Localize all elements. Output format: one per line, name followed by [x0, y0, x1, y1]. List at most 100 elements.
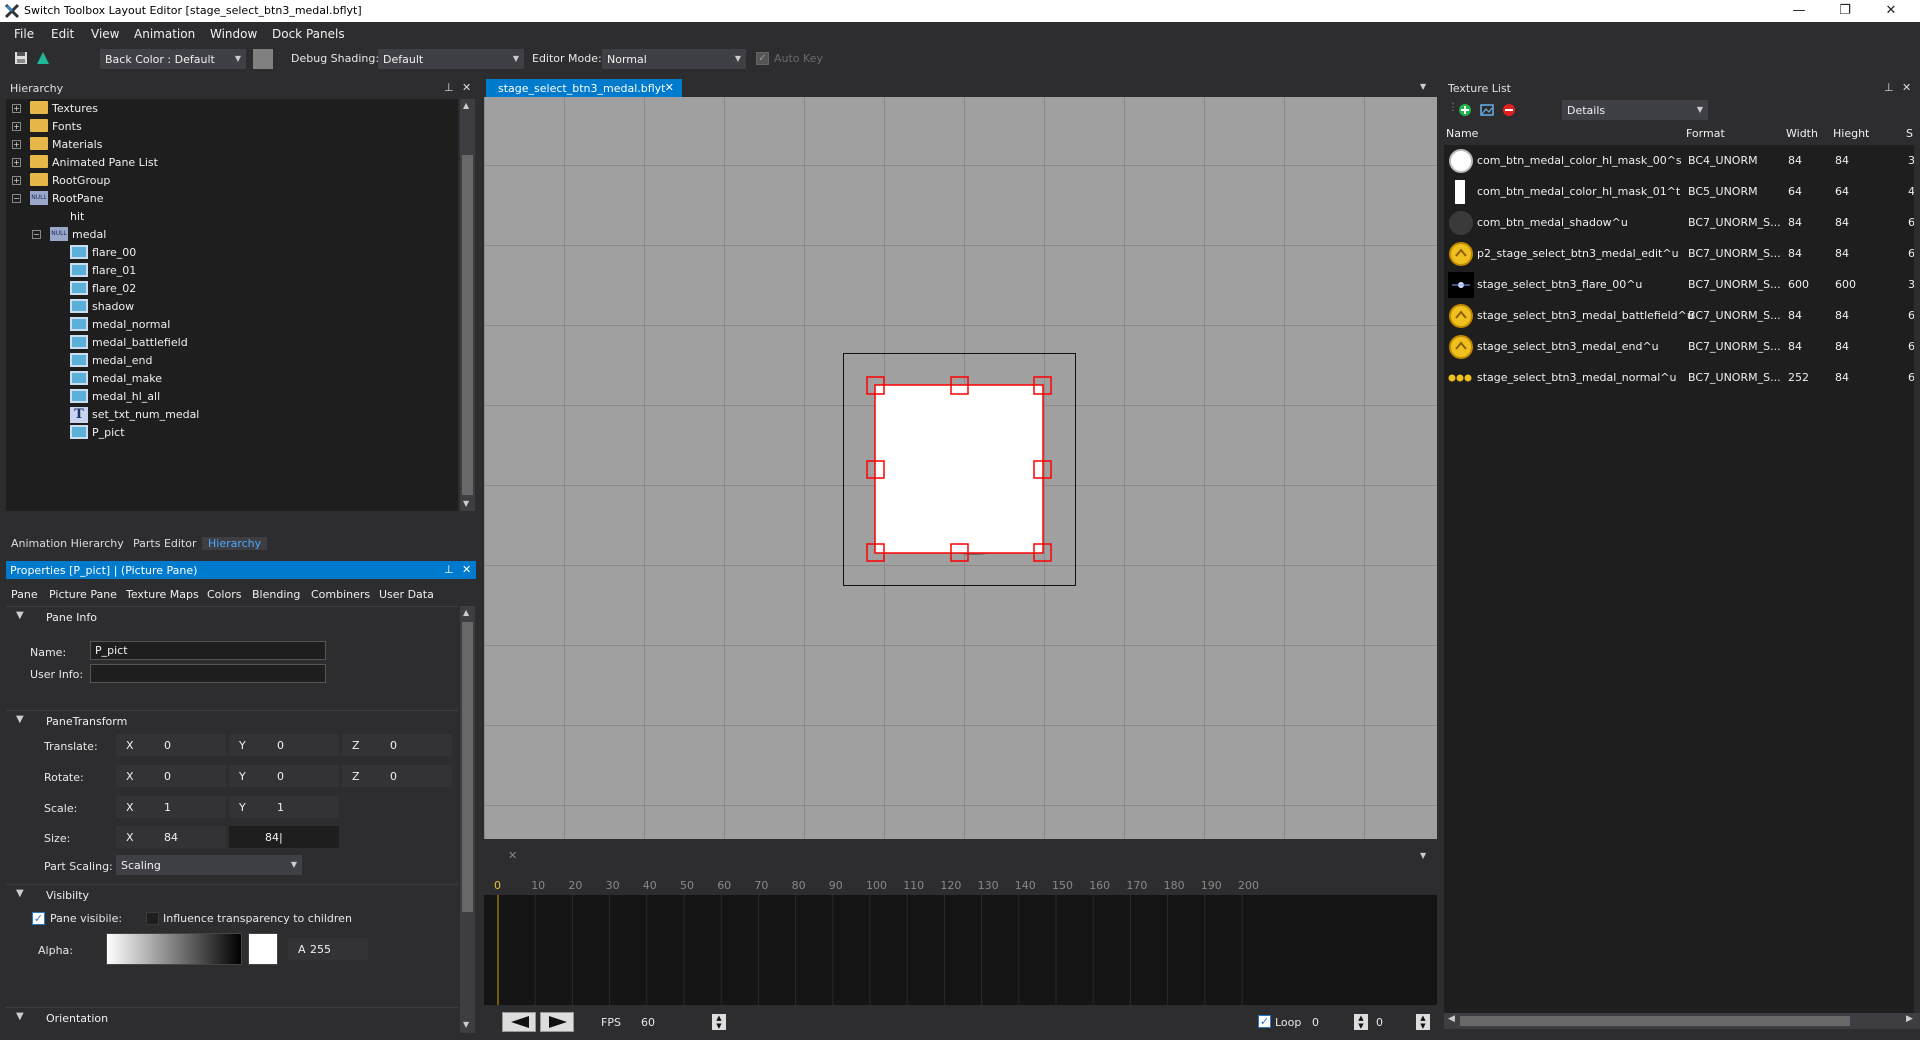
pin-icon[interactable]: ⊥ — [1884, 81, 1894, 94]
save-icon[interactable] — [14, 51, 28, 65]
menu-animation[interactable]: Animation — [134, 27, 195, 41]
rotate-z-input[interactable]: Z0 — [342, 765, 452, 787]
texture-row[interactable]: com_btn_medal_color_hl_mask_00^s BC4_UNOR… — [1444, 145, 1914, 176]
user-info-field[interactable] — [90, 664, 326, 683]
loop-checkbox[interactable]: ✓ — [1258, 1015, 1271, 1028]
name-field[interactable]: P_pict — [90, 641, 326, 660]
expand-icon[interactable]: + — [12, 104, 21, 113]
translate-z-input[interactable]: Z0 — [342, 734, 452, 756]
pin-icon[interactable]: ⊥ — [444, 563, 454, 576]
mode-triangle-icon[interactable] — [36, 51, 50, 65]
menu-window[interactable]: Window — [210, 27, 257, 41]
column-name[interactable]: Name — [1446, 127, 1478, 140]
tree-item[interactable]: medal_hl_all — [6, 387, 456, 405]
close-panel-icon[interactable]: ✕ — [1902, 81, 1911, 94]
column-height[interactable]: Hieght — [1833, 127, 1869, 140]
properties-scrollbar[interactable]: ▲ ▼ — [460, 606, 475, 1033]
tree-item[interactable]: flare_01 — [6, 261, 456, 279]
texture-row[interactable]: com_btn_medal_color_hl_mask_01^t BC5_UNOR… — [1444, 176, 1914, 207]
menu-view[interactable]: View — [91, 27, 119, 41]
scroll-up-icon[interactable]: ▲ — [463, 101, 469, 110]
menu-file[interactable]: File — [14, 27, 34, 41]
collapse-icon[interactable]: − — [12, 194, 21, 203]
back-color-swatch[interactable] — [253, 49, 273, 69]
fps-spinner[interactable]: ▲ ▼ — [712, 1014, 726, 1030]
tab-texture-maps[interactable]: Texture Maps — [126, 588, 199, 601]
pane-visible-checkbox[interactable]: ✓ — [32, 912, 45, 925]
collapse-icon[interactable]: − — [32, 230, 41, 239]
texture-row[interactable]: p2_stage_select_btn3_medal_edit^u BC7_UNO… — [1444, 238, 1914, 269]
tree-item[interactable]: medal_make — [6, 369, 456, 387]
tree-item[interactable]: + Materials — [6, 135, 456, 153]
editor-mode-dropdown[interactable]: Normal ▼ — [602, 49, 746, 69]
scroll-down-icon[interactable]: ▼ — [463, 499, 469, 508]
influence-transparency-checkbox[interactable] — [146, 912, 159, 925]
expand-icon[interactable]: + — [12, 158, 21, 167]
timeline-track-area[interactable] — [484, 895, 1437, 1005]
menu-dock-panels[interactable]: Dock Panels — [272, 27, 345, 41]
auto-key-checkbox[interactable]: ✓ — [756, 52, 769, 65]
expand-icon[interactable]: + — [12, 140, 21, 149]
tree-item[interactable]: medal_normal — [6, 315, 456, 333]
tree-item[interactable]: flare_00 — [6, 243, 456, 261]
tree-item[interactable]: Tset_txt_num_medal — [6, 405, 456, 423]
tree-item[interactable]: P_pict — [6, 423, 456, 441]
tab-overflow-icon[interactable]: ▼ — [1420, 82, 1426, 91]
back-color-dropdown[interactable]: Back Color : Default ▼ — [100, 49, 246, 69]
expand-icon[interactable]: + — [12, 122, 21, 131]
tab-blending[interactable]: Blending — [252, 588, 300, 601]
texture-row[interactable]: com_btn_medal_shadow^u BC7_UNORM_S... 84 84… — [1444, 207, 1914, 238]
minimize-button[interactable]: — — [1776, 0, 1822, 22]
tree-item[interactable]: + Textures — [6, 99, 456, 117]
tab-user-data[interactable]: User Data — [379, 588, 434, 601]
rotate-y-input[interactable]: Y0 — [229, 765, 339, 787]
tree-item[interactable]: + Fonts — [6, 117, 456, 135]
alpha-value-input[interactable]: A 255 — [288, 938, 368, 960]
scroll-down-icon[interactable]: ▼ — [463, 1020, 469, 1029]
close-panel-icon[interactable]: ✕ — [462, 81, 471, 94]
tab-hierarchy[interactable]: Hierarchy — [202, 537, 268, 550]
scrollbar-thumb[interactable] — [1460, 1016, 1850, 1026]
tree-item[interactable]: − NULL RootPane — [6, 189, 456, 207]
tab-colors[interactable]: Colors — [207, 588, 241, 601]
remove-texture-icon[interactable] — [1502, 103, 1516, 117]
column-format[interactable]: Format — [1686, 127, 1725, 140]
scrollbar-thumb[interactable] — [462, 622, 473, 912]
alpha-gradient-slider[interactable] — [106, 933, 242, 965]
pin-icon[interactable]: ⊥ — [444, 81, 454, 94]
add-texture-icon[interactable] — [1458, 103, 1472, 117]
tree-item[interactable]: flare_02 — [6, 279, 456, 297]
tree-item[interactable]: − NULL medal — [6, 225, 456, 243]
close-window-button[interactable]: ✕ — [1868, 0, 1914, 22]
translate-y-input[interactable]: Y0 — [229, 734, 339, 756]
document-tab[interactable]: stage_select_btn3_medal.bflyt ✕ — [486, 79, 682, 97]
column-s[interactable]: S — [1906, 127, 1913, 140]
section-pane-info[interactable]: ▼ Pane Info — [6, 606, 458, 626]
loop-spinner[interactable]: ▲ ▼ — [1354, 1014, 1368, 1030]
tab-parts-editor[interactable]: Parts Editor — [133, 537, 197, 550]
tree-item[interactable]: + RootGroup — [6, 171, 456, 189]
translate-x-input[interactable]: X0 — [116, 734, 226, 756]
prev-frame-button[interactable] — [502, 1012, 536, 1032]
texture-hscrollbar[interactable]: ◀ ▶ — [1444, 1013, 1920, 1029]
texture-view-dropdown[interactable]: Details ▼ — [1562, 100, 1708, 120]
tab-combiners[interactable]: Combiners — [311, 588, 370, 601]
menu-edit[interactable]: Edit — [51, 27, 74, 41]
timeline-dropdown-icon[interactable]: ▼ — [1420, 851, 1426, 860]
image-icon[interactable] — [1480, 103, 1494, 117]
texture-row[interactable]: stage_select_btn3_medal_end^u BC7_UNORM_S… — [1444, 331, 1914, 362]
hierarchy-scrollbar[interactable]: ▲ ▼ — [460, 99, 475, 511]
tree-item[interactable]: + Animated Pane List — [6, 153, 456, 171]
debug-shading-dropdown[interactable]: Default ▼ — [378, 49, 524, 69]
texture-row[interactable]: stage_select_btn3_flare_00^u BC7_UNORM_S.… — [1444, 269, 1914, 300]
frame-value[interactable]: 0 — [1376, 1016, 1383, 1029]
close-timeline-icon[interactable]: ✕ — [484, 845, 524, 867]
fps-value[interactable]: 60 — [641, 1016, 655, 1029]
expand-icon[interactable]: + — [12, 176, 21, 185]
play-button[interactable] — [540, 1012, 574, 1032]
column-width[interactable]: Width — [1786, 127, 1818, 140]
scroll-right-icon[interactable]: ▶ — [1906, 1014, 1913, 1024]
scale-y-input[interactable]: Y1 — [229, 796, 339, 818]
frame-spinner[interactable]: ▲ ▼ — [1416, 1014, 1430, 1030]
scrollbar-thumb[interactable] — [462, 155, 473, 495]
